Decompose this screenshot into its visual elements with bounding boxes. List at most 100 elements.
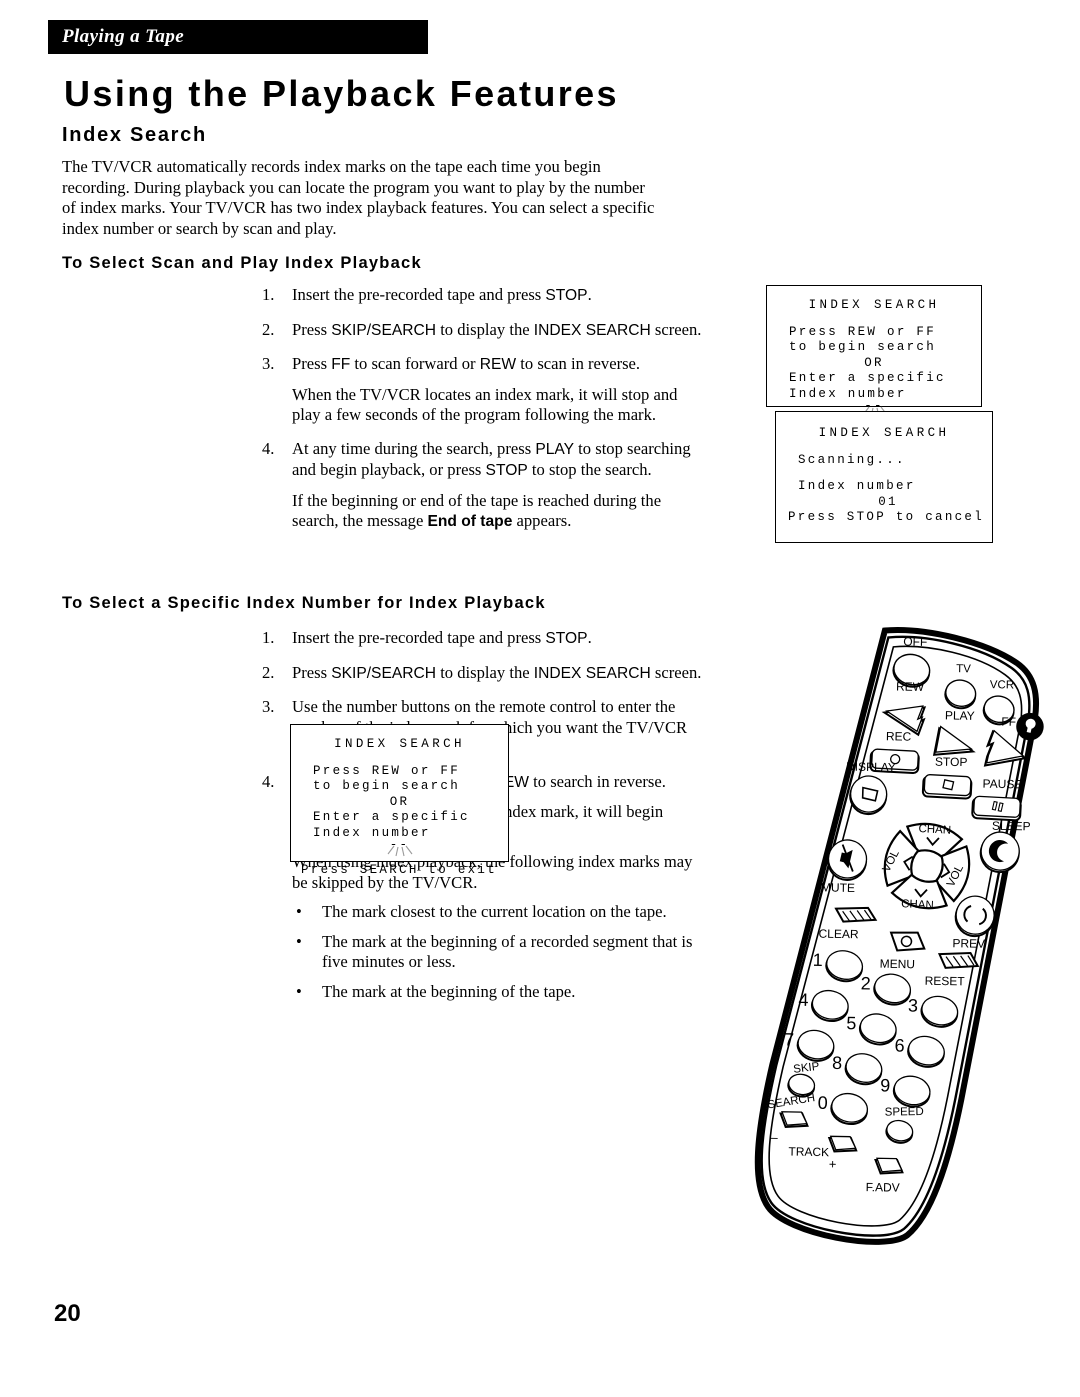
numbered-step: 1. Insert the pre-recorded tape and press… — [262, 285, 702, 307]
subsection-1-title: To Select Scan and Play Index Playback — [62, 254, 422, 272]
button-f-adv-label: F.ADV — [866, 1180, 900, 1195]
step-number: 2. — [262, 319, 275, 339]
button-pause-label: PAUSE — [982, 777, 1022, 792]
step-body: Press SKIP/SEARCH to display the INDEX S… — [292, 320, 702, 342]
inline-button-name: SKIP/SEARCH — [331, 321, 437, 339]
button-number-6-label: 6 — [894, 1036, 904, 1056]
osd-footer: Press SEARCH to exit — [301, 863, 498, 877]
step-body: Insert the pre-recorded tape and press S… — [292, 628, 702, 650]
button-display-label: DISPLAY — [846, 760, 896, 775]
step-number: 1. — [262, 628, 275, 647]
numbered-step: 2. Press SKIP/SEARCH to display the INDEX… — [262, 663, 702, 685]
button-mute-label: MUTE — [821, 880, 855, 895]
osd-line: Enter a specific — [313, 810, 470, 824]
bullet-text: The mark closest to the current location… — [322, 902, 667, 921]
step-paragraph: Insert the pre-recorded tape and press S… — [292, 628, 702, 650]
bullet-text: The mark at the beginning of the tape. — [322, 981, 576, 1001]
step-number: 1. — [262, 285, 275, 304]
inline-text: to display the — [436, 319, 534, 339]
osd-index-label: Index number — [798, 479, 916, 493]
intro-paragraph: The TV/VCR automatically records index m… — [62, 157, 655, 238]
step-body: Insert the pre-recorded tape and press S… — [292, 285, 702, 307]
step-body: Press FF to scan forward or REW to scan … — [292, 354, 702, 426]
remote-control-illustration: OFF TV VCR REW PLAY FF REC STOP PAUSE DI… — [700, 610, 1080, 1300]
inline-emphasis: End of tape — [427, 513, 513, 530]
button-number-0-label: 0 — [818, 1093, 828, 1113]
bullet-item: • The mark at the beginning of a recorded… — [292, 932, 702, 973]
button-speed-label: SPEED — [885, 1106, 924, 1119]
inline-text: to stop the search. — [527, 460, 652, 479]
step-paragraph: If the beginning or end of the tape is r… — [292, 491, 702, 533]
osd-line: Press REW or FF — [789, 324, 937, 339]
bullet-item: • The mark closest to the current locatio… — [292, 902, 702, 923]
inline-button-name: INDEX SEARCH — [533, 321, 651, 339]
button-ff-label: FF — [1001, 715, 1016, 729]
numbered-step: 4. At any time during the search, press P… — [262, 439, 702, 533]
step-number: 3. — [262, 697, 275, 716]
button-track-minus-label: – — [770, 1130, 778, 1145]
button-clear-label: CLEAR — [818, 927, 859, 942]
osd-line: Enter a specific — [789, 371, 946, 385]
bullet-marker: • — [296, 981, 302, 1001]
button-chan-down-label: CHAN — [901, 898, 934, 912]
inline-text: Press — [292, 662, 332, 682]
bullet-list: • The mark closest to the current locatio… — [292, 902, 702, 1002]
running-head-text: Playing a Tape — [62, 26, 185, 47]
remote-control-svg: OFF TV VCR REW PLAY FF REC STOP PAUSE DI… — [754, 627, 1044, 1245]
step-body: Press SKIP/SEARCH to display the INDEX S… — [292, 663, 702, 685]
button-track-label: TRACK — [788, 1145, 829, 1160]
button-vcr-label: VCR — [990, 679, 1014, 691]
step-number: 2. — [262, 662, 275, 682]
button-number-5-label: 5 — [846, 1013, 856, 1033]
step-paragraph: Insert the pre-recorded tape and press S… — [292, 285, 702, 307]
inline-text: screen. — [650, 319, 702, 339]
button-number-4-label: 4 — [798, 990, 808, 1010]
inline-button-name: INDEX SEARCH — [533, 664, 651, 682]
button-menu-label: MENU — [880, 957, 916, 972]
step-number: 3. — [262, 354, 275, 373]
step-number: 4. — [262, 771, 275, 791]
button-rew-label: REW — [896, 679, 925, 693]
inline-text: When the TV/VCR locates an index mark, i… — [292, 384, 678, 425]
page-number: 20 — [54, 1300, 81, 1327]
inline-text: Insert the pre-recorded tape and press — [292, 285, 546, 304]
step-number: 4. — [262, 438, 275, 458]
osd-line: to begin search — [313, 779, 461, 793]
inline-text: to scan in reverse. — [516, 354, 641, 373]
inline-button-name: SKIP/SEARCH — [331, 664, 437, 682]
inline-text: to display the — [436, 662, 534, 682]
numbered-step: 2. Press SKIP/SEARCH to display the INDEX… — [262, 320, 702, 342]
button-number-2-label: 2 — [861, 973, 871, 993]
numbered-step: 1. Insert the pre-recorded tape and press… — [262, 628, 702, 650]
step-body: At any time during the search, press PLA… — [292, 439, 702, 533]
bullet-marker: • — [296, 931, 302, 951]
inline-text: . — [587, 628, 592, 647]
button-play-label: PLAY — [945, 708, 975, 723]
osd-screen-scanning: INDEX SEARCH Scanning... Index number 01… — [775, 411, 993, 543]
blink-rays-icon — [387, 845, 413, 857]
inline-text: Press — [292, 354, 332, 373]
button-number-1-label: 1 — [813, 950, 823, 970]
button-prev-label: PREV — [952, 936, 985, 951]
stop-square-icon — [942, 779, 955, 791]
inline-button-name: FF — [331, 356, 351, 373]
bullet-text: The mark at the beginning of a recorded … — [322, 931, 693, 972]
button-number-7-label: 7 — [784, 1030, 794, 1050]
inline-button-name: STOP — [545, 287, 588, 304]
osd-screen-index-search-exit: INDEX SEARCH Press REW or FF to begin se… — [290, 724, 509, 877]
inline-button-name: REW — [479, 356, 517, 373]
inline-text: Insert the pre-recorded tape and press — [292, 628, 546, 647]
button-chan-up-label: CHAN — [918, 823, 951, 837]
inline-text: screen. — [650, 662, 702, 682]
page-title: Using the Playback Features — [64, 73, 619, 114]
button-tv-label: TV — [956, 663, 971, 675]
section-title: Index Search — [62, 124, 207, 146]
bullet-marker: • — [296, 902, 302, 921]
subsection-1-steps: 1. Insert the pre-recorded tape and press… — [262, 285, 702, 546]
inline-text: Press — [292, 319, 332, 339]
inline-button-name: PLAY — [535, 440, 575, 458]
button-pause-top[interactable] — [973, 795, 1021, 818]
inline-text: . — [587, 285, 592, 304]
osd-footer: Press STOP to cancel — [788, 510, 985, 524]
bullet-item: • The mark at the beginning of the tape. — [292, 982, 702, 1003]
